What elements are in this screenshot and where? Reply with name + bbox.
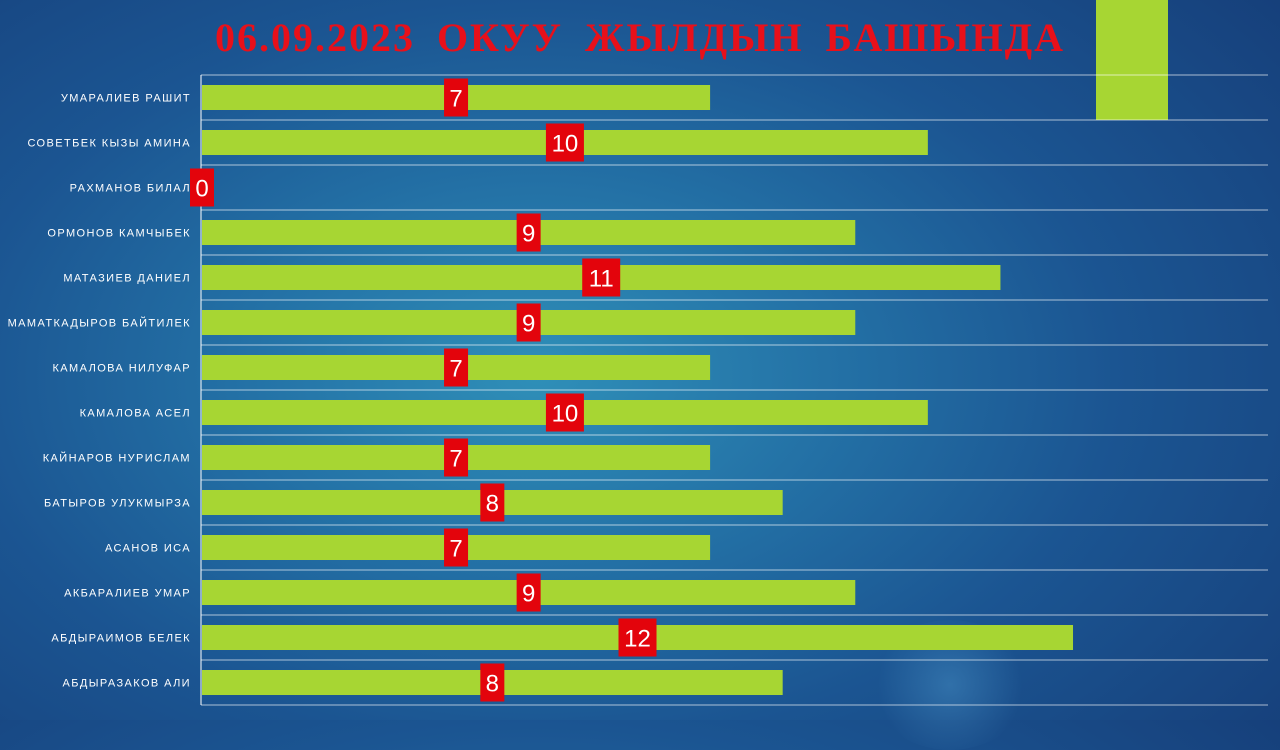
category-label: МАТАЗИЕВ ДАНИЕЛ [63, 273, 191, 285]
category-label: АБДЫРАЗАКОВ АЛИ [63, 678, 191, 690]
bar-chart: УМАРАЛИЕВ РАШИТ 7 СОВЕТБЕК КЫЗЫ АМИНА 10 РАХ… [8, 74, 1268, 706]
data-label: 7 [449, 446, 462, 473]
data-label: 10 [552, 131, 579, 158]
data-label: 9 [522, 311, 535, 338]
data-label: 11 [589, 266, 614, 293]
data-label: 12 [624, 626, 651, 653]
category-label: МАМАТКАДЫРОВ БАЙТИЛЕК [8, 317, 191, 330]
category-label: АСАНОВ ИСА [105, 543, 191, 555]
category-label: ОРМОНОВ КАМЧЫБЕК [47, 228, 191, 240]
category-label: СОВЕТБЕК КЫЗЫ АМИНА [27, 138, 191, 150]
data-label: 9 [522, 221, 535, 248]
data-label: 9 [522, 581, 535, 608]
category-label: КАМАЛОВА АСЕЛ [80, 408, 191, 420]
data-label: 0 [195, 176, 208, 203]
data-label: 8 [486, 671, 499, 698]
category-label: КАМАЛОВА НИЛУФАР [52, 363, 191, 375]
data-label: 7 [449, 86, 462, 113]
data-label: 8 [486, 491, 499, 518]
category-label: АБДЫРАИМОВ БЕЛЕК [51, 633, 191, 645]
category-label: КАЙНАРОВ НУРИСЛАМ [43, 452, 191, 465]
category-label: РАХМАНОВ БИЛАЛ [70, 183, 191, 195]
category-label: БАТЫРОВ УЛУКМЫРЗА [44, 498, 191, 510]
data-label: 7 [449, 536, 462, 563]
category-label: АКБАРАЛИЕВ УМАР [64, 588, 191, 600]
data-label: 10 [552, 401, 579, 428]
category-label: УМАРАЛИЕВ РАШИТ [61, 93, 191, 105]
data-label: 7 [449, 356, 462, 383]
